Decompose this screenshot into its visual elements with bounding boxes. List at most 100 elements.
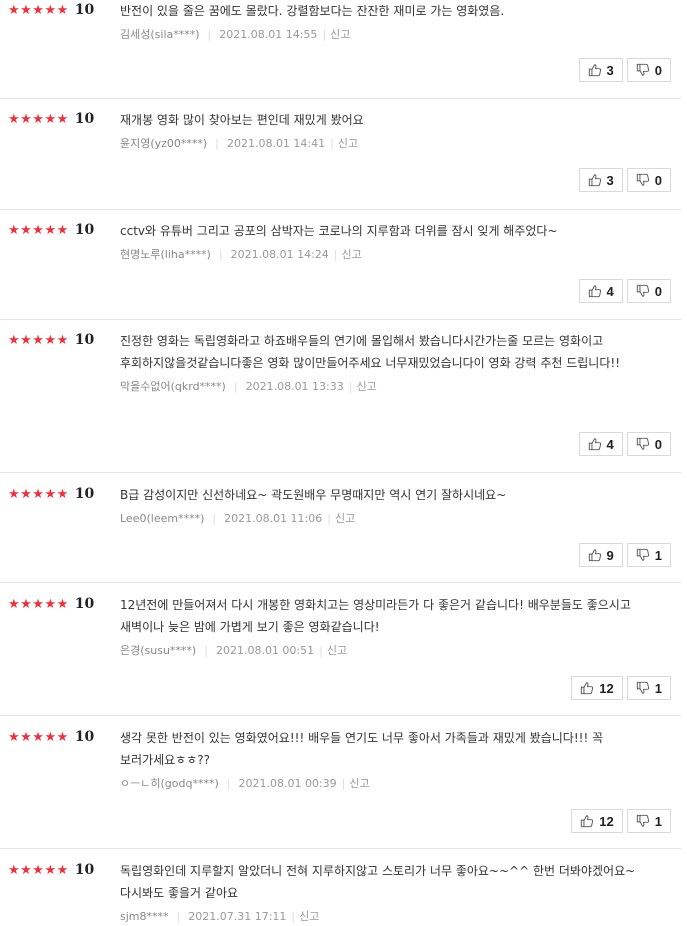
review-date: 2021.08.01 14:41 xyxy=(226,136,326,150)
dislike-button[interactable]: 1 xyxy=(626,809,671,833)
vote-buttons: 4 0 xyxy=(578,432,671,456)
divider: | xyxy=(348,379,353,393)
review-item: ★★★★★ 10 독립영화인데 지루할지 알았더니 전혀 지루하지않고 스토리가… xyxy=(0,849,687,926)
review-item: ★★★★★ 10 cctv와 유튜버 그리고 공포의 삼박자는 코로나의 지루함… xyxy=(0,210,687,320)
like-count: 12 xyxy=(599,813,614,829)
report-link[interactable]: 신고 xyxy=(342,246,362,262)
divider: | xyxy=(215,136,219,150)
thumbs-down-icon xyxy=(636,814,649,827)
thumbs-down-icon xyxy=(636,173,649,186)
divider: | xyxy=(176,909,181,923)
review-author: 은경(susu****) xyxy=(120,644,197,657)
review-text: 진정한 영화는 독립영화라고 하죠배우들의 연기에 몰입해서 봤습니다시간가는줄… xyxy=(120,334,621,370)
divider: | xyxy=(330,136,334,150)
thumbs-up-icon xyxy=(588,64,601,77)
review-item: ★★★★★ 10 진정한 영화는 독립영화라고 하죠배우들의 연기에 몰입해서 … xyxy=(0,320,687,473)
rating-score: 10 xyxy=(74,332,95,348)
rating-score: 10 xyxy=(74,486,95,502)
thumbs-up-icon xyxy=(581,682,594,695)
review-meta: 김세성(sila****) | 2021.08.01 14:55 | 신고 xyxy=(120,26,659,42)
divider: | xyxy=(327,511,331,525)
like-button[interactable]: 4 xyxy=(578,279,623,303)
divider: | xyxy=(291,909,296,923)
report-link[interactable]: 신고 xyxy=(335,510,355,526)
like-count: 12 xyxy=(599,680,614,696)
star-rating-icons: ★★★★★ xyxy=(8,332,69,348)
rating-score: 10 xyxy=(74,596,95,612)
review-author: 김세성(sila****) xyxy=(120,28,200,41)
report-link[interactable]: 신고 xyxy=(299,908,319,924)
star-rating-icons: ★★★★★ xyxy=(8,2,69,18)
review-date: 2021.08.01 11:06 xyxy=(224,511,323,525)
report-link[interactable]: 신고 xyxy=(330,26,350,42)
report-link[interactable]: 신고 xyxy=(338,135,358,151)
like-count: 4 xyxy=(606,283,614,299)
like-button[interactable]: 9 xyxy=(578,543,623,567)
like-count: 4 xyxy=(606,436,614,452)
report-link[interactable]: 신고 xyxy=(356,378,376,394)
divider: | xyxy=(333,247,338,261)
review-date: 2021.07.31 17:11 xyxy=(188,909,287,923)
review-author: 윤지영(yz00****) xyxy=(120,137,208,150)
like-button[interactable]: 12 xyxy=(571,676,623,700)
like-button[interactable]: 12 xyxy=(571,809,623,833)
rating: ★★★★★ 10 xyxy=(8,2,94,18)
thumbs-down-icon xyxy=(636,437,649,450)
divider: | xyxy=(207,27,212,41)
dislike-button[interactable]: 0 xyxy=(626,58,671,82)
review-meta: 은경(susu****) | 2021.08.01 00:51 | 신고 xyxy=(120,642,659,658)
star-rating-icons: ★★★★★ xyxy=(8,486,69,502)
review-meta: ㅇㅡㄴ히(godq****) | 2021.08.01 00:39 | 신고 xyxy=(120,775,659,791)
thumbs-up-icon xyxy=(588,549,601,562)
review-item: ★★★★★ 10 생각 못한 반전이 있는 영화였어요!!! 배우들 연기도 너… xyxy=(0,716,687,849)
rating-score: 10 xyxy=(74,729,95,745)
thumbs-up-icon xyxy=(588,438,601,451)
review-date: 2021.08.01 13:33 xyxy=(245,379,344,393)
rating: ★★★★★ 10 xyxy=(8,222,94,238)
star-rating-icons: ★★★★★ xyxy=(8,862,69,878)
report-link[interactable]: 신고 xyxy=(327,642,347,658)
review-text: B급 감성이지만 신선하네요~ 곽도원배우 무명때지만 역시 연기 잘하시네요~ xyxy=(120,488,507,502)
dislike-button[interactable]: 0 xyxy=(626,279,671,303)
dislike-count: 0 xyxy=(654,283,662,299)
divider: | xyxy=(226,776,231,790)
star-rating-icons: ★★★★★ xyxy=(8,596,69,612)
review-meta: Lee0(leem****) | 2021.08.01 11:06 | 신고 xyxy=(120,510,659,526)
review-author: Lee0(leem****) xyxy=(120,511,205,525)
vote-buttons: 9 1 xyxy=(578,543,671,567)
vote-buttons: 12 1 xyxy=(571,809,671,833)
dislike-button[interactable]: 0 xyxy=(626,432,671,456)
rating: ★★★★★ 10 xyxy=(8,729,94,745)
divider: | xyxy=(319,643,323,657)
review-item: ★★★★★ 10 재개봉 영화 많이 찾아보는 편인데 재밌게 봤어요 윤지영(… xyxy=(0,99,687,210)
dislike-count: 1 xyxy=(654,547,662,563)
review-text: 반전이 있을 줄은 꿈에도 몰랐다. 강렬함보다는 잔잔한 재미로 가는 영화였… xyxy=(120,4,505,18)
thumbs-down-icon xyxy=(636,681,649,694)
dislike-count: 1 xyxy=(654,813,662,829)
like-button[interactable]: 3 xyxy=(578,168,623,192)
dislike-button[interactable]: 0 xyxy=(626,168,671,192)
dislike-button[interactable]: 1 xyxy=(626,676,671,700)
rating: ★★★★★ 10 xyxy=(8,486,94,502)
dislike-count: 0 xyxy=(654,172,662,188)
like-button[interactable]: 4 xyxy=(578,432,623,456)
like-count: 3 xyxy=(606,62,614,78)
rating: ★★★★★ 10 xyxy=(8,596,94,612)
review-text: 독립영화인데 지루할지 알았더니 전혀 지루하지않고 스토리가 너무 좋아요~~… xyxy=(120,864,636,900)
thumbs-up-icon xyxy=(588,285,601,298)
review-author: ㅇㅡㄴ히(godq****) xyxy=(120,777,219,790)
dislike-count: 0 xyxy=(654,436,662,452)
review-author: sjm8**** xyxy=(120,909,169,923)
report-link[interactable]: 신고 xyxy=(349,775,369,791)
vote-buttons: 3 0 xyxy=(578,168,671,192)
star-rating-icons: ★★★★★ xyxy=(8,222,69,238)
review-item: ★★★★★ 10 반전이 있을 줄은 꿈에도 몰랐다. 강렬함보다는 잔잔한 재… xyxy=(0,0,687,99)
star-rating-icons: ★★★★★ xyxy=(8,111,69,127)
divider: | xyxy=(212,511,217,525)
vote-buttons: 4 0 xyxy=(578,279,671,303)
dislike-button[interactable]: 1 xyxy=(626,543,671,567)
like-button[interactable]: 3 xyxy=(578,58,623,82)
thumbs-down-icon xyxy=(636,284,649,297)
like-count: 9 xyxy=(606,547,614,563)
review-author: 현명노루(liha****) xyxy=(120,248,211,261)
